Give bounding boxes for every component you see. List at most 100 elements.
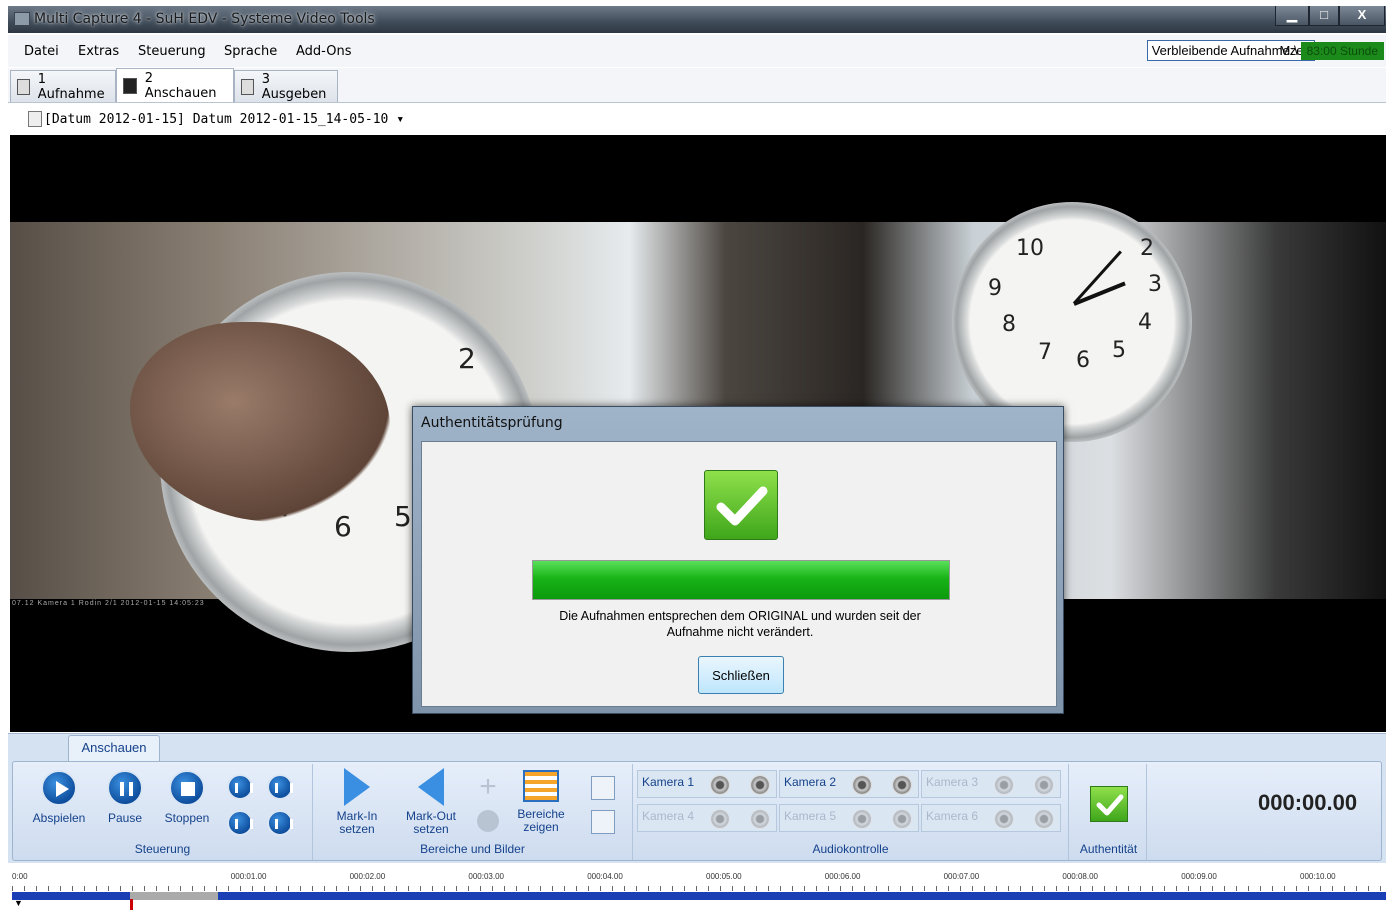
mark-in-button[interactable]: Mark-In setzen: [327, 768, 387, 836]
volume-knob-icon: [994, 809, 1014, 829]
mark-out-icon: [418, 768, 444, 806]
verification-message: Die Aufnahmen entsprechen dem ORIGINAL u…: [422, 608, 1058, 640]
tab-ausgeben[interactable]: 3 Ausgeben: [234, 70, 338, 102]
playhead[interactable]: [130, 899, 133, 910]
tab-aufnahme[interactable]: 1 Aufnahme: [10, 70, 116, 102]
ribbon-tab-anschauen[interactable]: Anschauen: [68, 735, 160, 761]
timeline-tick-label: 000:10.00: [1300, 872, 1336, 881]
clock-number: 6: [1076, 348, 1090, 373]
add-icon[interactable]: +: [475, 772, 501, 802]
button-label: setzen: [413, 822, 449, 836]
save-image-icon[interactable]: [591, 810, 615, 834]
button-label: setzen: [339, 822, 375, 836]
rewind-button[interactable]: [227, 774, 253, 800]
volume-knob-icon[interactable]: [710, 775, 730, 795]
remaining-hours: 83:00 Stunde: [1300, 41, 1384, 60]
close-dialog-button[interactable]: Schließen: [698, 656, 784, 694]
remove-icon[interactable]: [477, 810, 499, 832]
camera-icon: [17, 78, 30, 95]
group-label: Bereiche und Bilder: [420, 842, 525, 856]
authenticity-dialog: Authentitätsprüfung Die Aufnahmen entspr…: [412, 406, 1064, 714]
camera-label: Kamera 5: [784, 809, 837, 823]
timeline-tick-label: 000:03.00: [468, 872, 504, 881]
audio-camera-2[interactable]: Kamera 2: [779, 770, 919, 798]
verification-progress: [532, 560, 950, 600]
film-icon: [123, 77, 137, 94]
position-marker-icon[interactable]: ▼: [14, 898, 23, 908]
recording-label: [Datum 2012-01-15] Datum 2012-01-15_14-0…: [44, 111, 389, 127]
clock-number: 7: [1038, 340, 1052, 365]
chevron-down-icon[interactable]: ▾: [396, 112, 404, 127]
dialog-title: Authentitätsprüfung: [421, 415, 563, 431]
group-steuerung: Abspielen Pause Stoppen Steuerung: [13, 764, 313, 860]
tab-label: 3 Ausgeben: [261, 71, 327, 102]
title-bar: Multi Capture 4 - SuH EDV - Systeme Vide…: [8, 6, 1386, 33]
clock-number: 8: [1002, 312, 1016, 337]
volume-knob-icon: [750, 809, 770, 829]
timeline-tick-label: 0:00: [12, 872, 28, 881]
timeline-tick-label: 000:09.00: [1181, 872, 1217, 881]
camera-label: Kamera 3: [926, 775, 979, 789]
recording-selector[interactable]: [Datum 2012-01-15] Datum 2012-01-15_14-0…: [8, 104, 1386, 134]
menu-extras[interactable]: Extras: [78, 44, 119, 59]
drive-letter: M:\: [1279, 43, 1298, 58]
main-tabs: 1 Aufnahme 2 Anschauen 3 Ausgeben: [8, 68, 1386, 103]
button-label: Stoppen: [164, 811, 210, 825]
clock-number: 3: [1148, 272, 1162, 297]
marked-range: [130, 892, 218, 900]
skip-start-icon: [227, 810, 253, 836]
menu-bar: Datei Extras Steuerung Sprache Add-Ons V…: [8, 35, 1386, 67]
menu-steuerung[interactable]: Steuerung: [138, 44, 206, 59]
play-icon: [41, 770, 77, 806]
pause-button[interactable]: Pause: [99, 770, 151, 825]
volume-knob-icon[interactable]: [892, 775, 912, 795]
volume-knob-icon: [1034, 775, 1054, 795]
stop-icon: [169, 770, 205, 806]
mark-out-button[interactable]: Mark-Out setzen: [399, 768, 463, 836]
timeline-track[interactable]: [12, 892, 1386, 900]
volume-knob-icon[interactable]: [852, 775, 872, 795]
skip-start-button[interactable]: [227, 810, 253, 836]
document-icon: [28, 111, 42, 127]
button-label: zeigen: [523, 820, 559, 834]
stop-button[interactable]: Stoppen: [157, 770, 217, 825]
clock-number: 2: [458, 342, 476, 375]
clock-number: 5: [1112, 338, 1126, 363]
timeline[interactable]: 0:00 000:01.00 000:02.00 000:03.00 000:04.00…: [12, 868, 1386, 913]
tab-anschauen[interactable]: 2 Anschauen: [116, 68, 234, 102]
message-line: Die Aufnahmen entsprechen dem ORIGINAL u…: [559, 609, 921, 623]
drive-status: M:\ 83:00 Stunde: [1280, 40, 1384, 61]
group-authentitaet: Authentität: [1071, 764, 1147, 860]
clock-number: 10: [1016, 236, 1044, 261]
timeline-tick-label: 000:08.00: [1062, 872, 1098, 881]
clock-number: 5: [394, 500, 412, 533]
fast-forward-button[interactable]: [267, 774, 293, 800]
volume-knob-icon[interactable]: [750, 775, 770, 795]
volume-knob-icon: [852, 809, 872, 829]
show-ranges-button[interactable]: Bereiche zeigen: [509, 770, 573, 834]
authenticity-button[interactable]: [1071, 786, 1147, 822]
volume-knob-icon: [1034, 809, 1054, 829]
minimize-button[interactable]: ▁: [1275, 6, 1309, 26]
timeline-tick-label: 000:05.00: [706, 872, 742, 881]
snapshot-icon[interactable]: [591, 776, 615, 800]
timeline-tick-label: 000:01.00: [230, 872, 267, 881]
skip-end-button[interactable]: [267, 810, 293, 836]
menu-sprache[interactable]: Sprache: [224, 44, 277, 59]
group-audiokontrolle: Kamera 1 Kamera 2 Kamera 3 Kamera 4 Kame…: [633, 764, 1069, 860]
camera-label: Kamera 2: [784, 775, 837, 789]
timeline-tick-label: 000:02.00: [349, 872, 386, 881]
clock-number: 9: [988, 276, 1002, 301]
audio-camera-1[interactable]: Kamera 1: [637, 770, 777, 798]
maximize-button[interactable]: □: [1309, 6, 1339, 26]
play-button[interactable]: Abspielen: [27, 770, 91, 825]
volume-knob-icon: [892, 809, 912, 829]
camera-label: Kamera 6: [926, 809, 979, 823]
menu-add-ons[interactable]: Add-Ons: [296, 44, 351, 59]
audio-camera-6: Kamera 6: [921, 804, 1061, 832]
timeline-tick-label: 000:07.00: [943, 872, 980, 881]
close-window-button[interactable]: X: [1339, 6, 1385, 26]
menu-datei[interactable]: Datei: [24, 44, 59, 59]
timeline-ruler: [12, 886, 1386, 891]
list-icon: [523, 770, 559, 802]
